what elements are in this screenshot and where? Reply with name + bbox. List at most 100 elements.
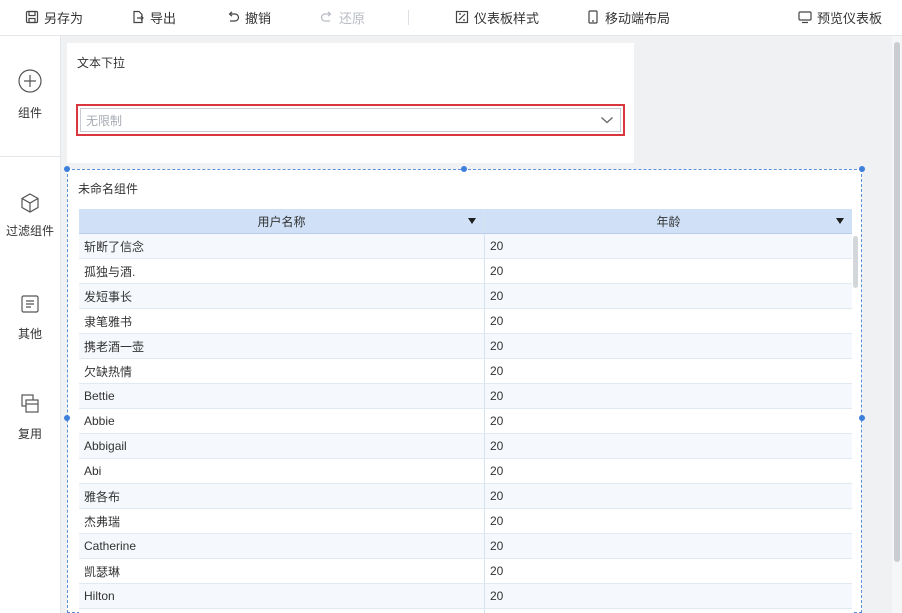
table-row[interactable]: Hilton 20	[79, 584, 852, 609]
table-scrollbar-thumb[interactable]	[853, 236, 858, 288]
dashboard-style-button[interactable]: 仪表板样式	[455, 0, 539, 34]
export-button[interactable]: 导出	[131, 0, 176, 34]
save-as-label: 另存为	[44, 10, 84, 26]
cell-age: 20	[490, 364, 504, 378]
resize-handle-top-right[interactable]	[859, 166, 865, 172]
left-sidebar: 组件 过滤组件 其他 复用	[0, 36, 61, 613]
table-row[interactable]: Bettie 20	[79, 384, 852, 409]
undo-button[interactable]: 撤销	[226, 0, 271, 34]
cell-age: 20	[490, 439, 504, 453]
dropdown-select[interactable]: 无限制	[76, 104, 625, 136]
widget-title: 文本下拉	[77, 56, 126, 70]
sidebar-item-reuse[interactable]: 复用	[0, 393, 60, 442]
cell-username: Catherine	[79, 534, 485, 558]
table-row[interactable]: Abbie 20	[79, 409, 852, 434]
sidebar-item-label: 复用	[17, 427, 42, 441]
cell-age: 20	[490, 314, 504, 328]
cell-age: 20	[490, 264, 504, 278]
table-row[interactable]: 凯瑟琳 20	[79, 559, 852, 584]
palette-icon	[455, 10, 469, 24]
save-icon	[25, 10, 39, 24]
cell-age: 20	[490, 514, 504, 528]
table-row[interactable]: 杰弗瑞 20	[79, 509, 852, 534]
cell-username: Abi	[79, 459, 485, 483]
chevron-down-icon	[601, 117, 613, 124]
resize-handle-top[interactable]	[461, 166, 467, 172]
table-row[interactable]: 雅各布 20	[79, 484, 852, 509]
table-row[interactable]: 发短事长 20	[79, 284, 852, 309]
table-row[interactable]	[79, 609, 852, 613]
undo-icon	[228, 11, 240, 22]
table-row[interactable]: Catherine 20	[79, 534, 852, 559]
sidebar-item-other[interactable]: 其他	[0, 293, 60, 342]
document-icon	[21, 295, 39, 313]
cell-age: 20	[490, 589, 504, 603]
cell-username	[79, 609, 485, 613]
cell-username: 携老酒一壶	[79, 334, 485, 358]
redo-label: 还原	[339, 10, 366, 26]
cell-username: 凯瑟琳	[79, 559, 485, 583]
plus-circle-icon	[18, 69, 42, 93]
scrollbar-thumb[interactable]	[894, 42, 900, 562]
toolbar: 另存为 导出 撤销 还原 仪表板样式 移动端布局 预览仪表板	[0, 0, 902, 36]
sidebar-item-label: 过滤组件	[5, 224, 54, 238]
sidebar-item-label: 其他	[17, 327, 42, 341]
table-row[interactable]: 斩断了信念 20	[79, 234, 852, 259]
resize-handle-top-left[interactable]	[64, 166, 70, 172]
cell-age: 20	[490, 539, 504, 553]
sidebar-divider	[0, 156, 60, 157]
column-header-label: 用户名称	[257, 214, 306, 229]
preview-dashboard-label: 预览仪表板	[817, 10, 883, 26]
widget-title: 未命名组件	[78, 182, 139, 196]
canvas-scrollbar[interactable]	[892, 36, 902, 613]
cell-username: 发短事长	[79, 284, 485, 308]
column-header-username[interactable]: 用户名称	[79, 209, 485, 233]
cell-username: Bettie	[79, 384, 485, 408]
cell-age: 20	[490, 289, 504, 303]
table-row[interactable]: Abi 20	[79, 459, 852, 484]
export-icon	[133, 10, 144, 24]
cell-username: 隶笔雅书	[79, 309, 485, 333]
table-row[interactable]: Abbigail 20	[79, 434, 852, 459]
stack-icon	[21, 394, 39, 413]
table-header: 用户名称 年龄	[79, 209, 852, 234]
cell-username: 孤独与酒.	[79, 259, 485, 283]
cell-username: 雅各布	[79, 484, 485, 508]
resize-handle-right[interactable]	[859, 415, 865, 421]
cell-age: 20	[490, 239, 504, 253]
sort-triangle-icon[interactable]	[836, 218, 844, 224]
cell-username: Hilton	[79, 584, 485, 608]
cell-username: 欠缺热情	[79, 359, 485, 383]
sidebar-item-label: 组件	[17, 106, 42, 120]
cell-age: 20	[490, 389, 504, 403]
monitor-icon	[798, 11, 812, 24]
toolbar-divider	[408, 10, 409, 25]
mobile-layout-button[interactable]: 移动端布局	[586, 0, 670, 34]
column-header-age[interactable]: 年龄	[485, 209, 852, 233]
redo-icon	[320, 11, 332, 22]
sidebar-item-filter-components[interactable]: 过滤组件	[0, 192, 60, 239]
redo-button[interactable]: 还原	[320, 0, 365, 34]
table-row[interactable]: 孤独与酒. 20	[79, 259, 852, 284]
data-table: 用户名称 年龄 斩断了信念 20 孤独与酒. 20 发短事长 20 隶笔雅书 20 携老酒一壶 2…	[79, 209, 852, 613]
preview-dashboard-button[interactable]: 预览仪表板	[798, 0, 882, 34]
table-widget[interactable]: 未命名组件 用户名称 年龄 斩断了信念 20 孤独与酒. 20 发短事长 20 隶笔雅书 20…	[64, 166, 865, 613]
save-as-button[interactable]: 另存为	[25, 0, 83, 34]
cell-username: 斩断了信念	[79, 234, 485, 258]
export-label: 导出	[150, 10, 177, 26]
sidebar-item-components[interactable]: 组件	[0, 68, 60, 121]
mobile-layout-label: 移动端布局	[605, 10, 671, 26]
dropdown-value: 无限制	[86, 113, 123, 128]
cube-icon	[21, 193, 39, 213]
table-row[interactable]: 携老酒一壶 20	[79, 334, 852, 359]
undo-label: 撤销	[245, 10, 272, 26]
table-row[interactable]: 欠缺热情 20	[79, 359, 852, 384]
dropdown-field[interactable]: 无限制	[80, 108, 621, 132]
sort-triangle-icon[interactable]	[468, 218, 476, 224]
dashboard-style-label: 仪表板样式	[474, 10, 540, 26]
table-body: 斩断了信念 20 孤独与酒. 20 发短事长 20 隶笔雅书 20 携老酒一壶 20 欠缺热情 20 B…	[79, 234, 852, 613]
text-dropdown-widget[interactable]: 文本下拉 无限制	[67, 43, 634, 163]
cell-age: 20	[490, 489, 504, 503]
table-row[interactable]: 隶笔雅书 20	[79, 309, 852, 334]
resize-handle-left[interactable]	[64, 415, 70, 421]
